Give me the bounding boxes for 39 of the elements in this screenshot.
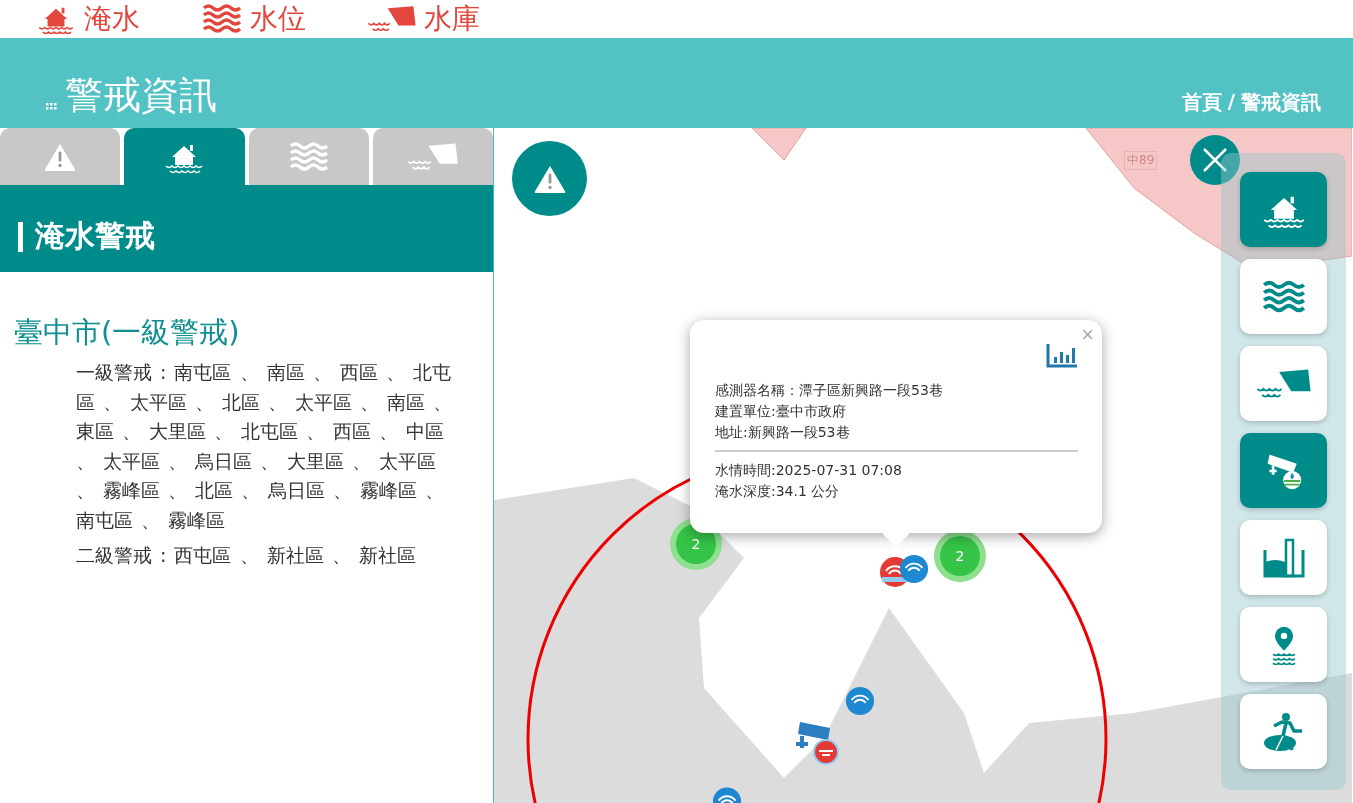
layer-button[interactable] xyxy=(1240,607,1327,682)
top-nav-link[interactable]: 水庫 xyxy=(364,2,480,36)
sensor-marker-icon[interactable] xyxy=(899,554,929,584)
popup-info-line: 建置單位:臺中市政府 xyxy=(715,402,847,421)
alert-district-line: 區 、 太平區 、 北區 、 太平區 、 南區 、 xyxy=(76,389,453,415)
breadcrumb-separator: / xyxy=(1227,89,1235,115)
alert-district-line: 、 太平區 、 烏日區 、 大里區 、 太平區 xyxy=(76,448,437,474)
top-nav-link[interactable]: 淹水 xyxy=(32,2,140,36)
popup-reading-line: 淹水深度:34.1 公分 xyxy=(715,482,841,501)
section-title: 淹水警戒 xyxy=(35,217,155,255)
top-nav-link[interactable]: 水位 xyxy=(198,2,306,36)
layer-button[interactable] xyxy=(1240,433,1327,508)
alert-district-line: 一級警戒 : 南屯區 、 南區 、 西區 、 北屯 xyxy=(76,360,451,385)
popup-info-line: 地址:新興路一段53巷 xyxy=(715,423,851,442)
alert-district-line: 南屯區 、 霧峰區 xyxy=(76,507,226,533)
alert-district-line: 二級警戒 : 西屯區 、 新社區 、 新社區 xyxy=(76,543,416,568)
waves-icon xyxy=(288,139,329,174)
sensor-marker-icon[interactable] xyxy=(712,786,742,803)
popup-info-line: 感測器名稱：潭子區新興路一段53巷 xyxy=(715,381,944,400)
layer-button[interactable] xyxy=(1240,520,1327,595)
alert-district-line: 、 霧峰區 、 北區 、 烏日區 、 霧峰區 、 xyxy=(76,478,445,503)
bar-chart-icon[interactable] xyxy=(1046,344,1077,368)
tab[interactable] xyxy=(124,128,245,185)
close-icon xyxy=(1202,147,1228,173)
layer-button[interactable] xyxy=(1240,172,1327,247)
sensor-marker-icon[interactable] xyxy=(845,686,875,716)
layer-button[interactable] xyxy=(1240,259,1327,334)
road-label: 中89 xyxy=(1124,151,1158,170)
breadcrumb-link[interactable]: 首頁 xyxy=(1181,89,1222,116)
city-alert-title: 臺中市(一級警戒) xyxy=(14,314,241,351)
layer-button[interactable] xyxy=(1240,346,1327,421)
breadcrumb-current: 警戒資訊 xyxy=(1241,89,1321,116)
page-title: 警戒資訊 xyxy=(65,72,217,118)
dots-icon xyxy=(46,103,57,110)
alert-district-line: 東區 、 大里區 、 北屯區 、 西區 、 中區 xyxy=(76,419,445,444)
layer-button[interactable] xyxy=(1240,694,1327,769)
popup-reading-line: 水情時間:2025-07-31 07:08 xyxy=(715,461,903,480)
water-gauge-icon xyxy=(1261,537,1306,578)
heading-bar xyxy=(18,221,23,252)
